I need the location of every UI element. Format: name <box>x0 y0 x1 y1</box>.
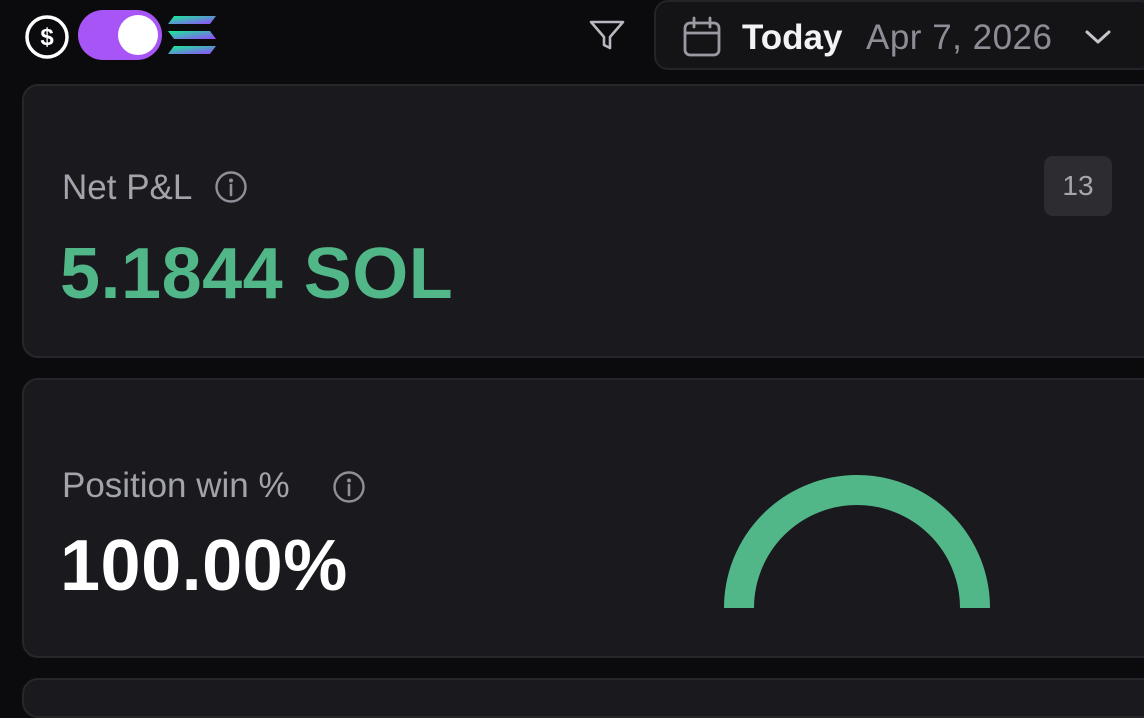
net-pnl-value: 5.1844 SOL <box>60 234 454 314</box>
info-icon[interactable] <box>214 170 248 204</box>
next-card <box>22 678 1144 718</box>
date-value: Apr 7, 2026 <box>866 18 1053 57</box>
gauge-arc <box>724 475 990 608</box>
toggle-knob <box>118 15 158 55</box>
count-badge: 13 <box>1044 156 1112 216</box>
net-pnl-card: Net P&L 5.1844 SOL 13 <box>22 84 1144 358</box>
filter-icon[interactable] <box>586 14 628 56</box>
top-bar: $ Today Apr 7, 2026 <box>0 0 1144 80</box>
date-range-label: Today <box>742 18 843 57</box>
chevron-down-icon <box>1085 30 1111 44</box>
dollar-circle-icon[interactable]: $ <box>24 14 70 60</box>
win-rate-gauge <box>724 475 990 608</box>
date-picker[interactable]: Today Apr 7, 2026 <box>654 0 1144 70</box>
solana-icon[interactable] <box>166 14 218 56</box>
currency-toggle[interactable] <box>78 10 162 60</box>
position-win-label: Position win % <box>62 466 290 505</box>
calendar-icon <box>683 16 721 57</box>
info-icon[interactable] <box>332 470 366 504</box>
svg-text:$: $ <box>40 24 54 51</box>
position-win-card: Position win % 100.00% <box>22 378 1144 658</box>
position-win-value: 100.00% <box>60 526 348 606</box>
net-pnl-label: Net P&L <box>62 168 193 207</box>
